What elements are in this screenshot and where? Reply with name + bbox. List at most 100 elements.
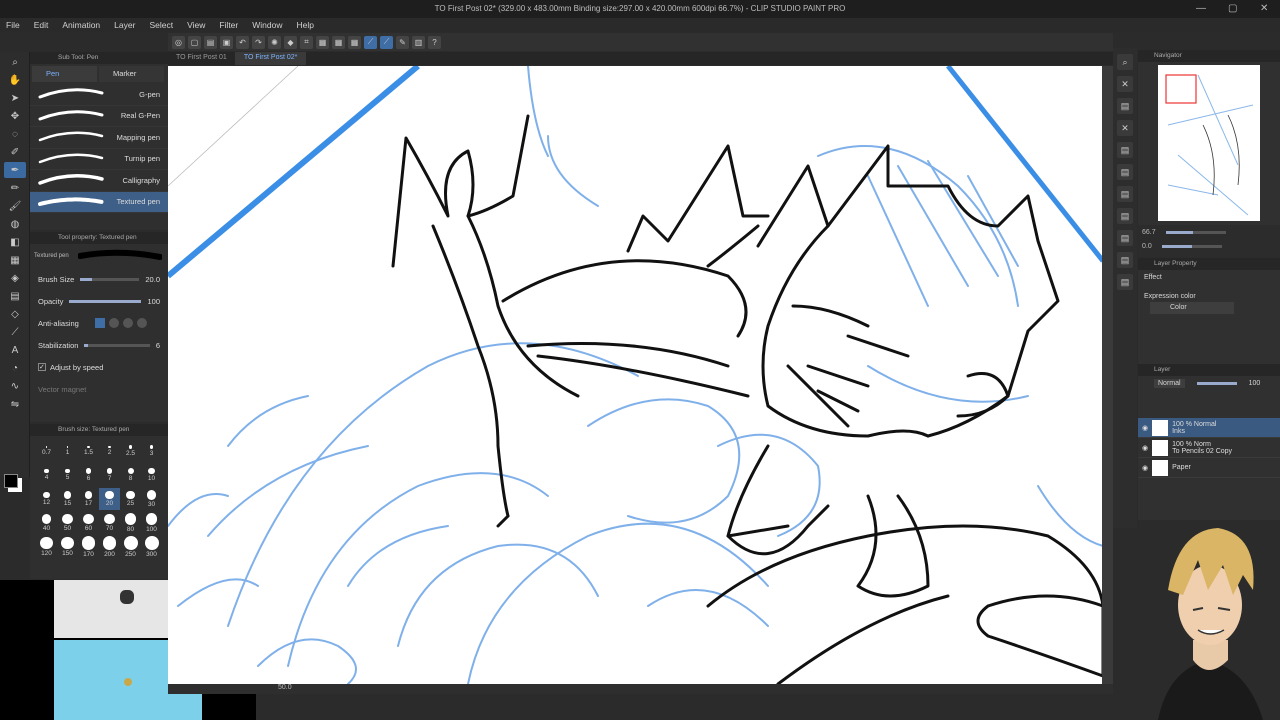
brush-size-option[interactable]: 6 — [78, 464, 99, 486]
open-file-icon[interactable]: ▤ — [204, 35, 217, 49]
fill-icon[interactable]: ◆ — [284, 35, 297, 49]
layer-row[interactable]: ◉ Paper — [1138, 458, 1280, 478]
brush-size-option[interactable]: 10 — [141, 464, 162, 486]
brush-size-option[interactable]: 5 — [57, 464, 78, 486]
brush-size-option[interactable]: 40 — [36, 512, 57, 534]
brush-size-option[interactable]: 25 — [120, 488, 141, 510]
brush-size-option[interactable]: 7 — [99, 464, 120, 486]
brush-real-gpen[interactable]: Real G-Pen — [30, 106, 168, 127]
tab-first-post-02[interactable]: TO First Post 02* — [235, 52, 307, 65]
text-tool-icon[interactable]: A — [4, 342, 26, 358]
navigator-zoom-value[interactable]: 66.7 — [1142, 229, 1156, 236]
airbrush-icon[interactable]: ◍ — [4, 216, 26, 232]
brush-size-option[interactable]: 100 — [141, 512, 162, 534]
help-icon[interactable]: ? — [428, 35, 441, 49]
canvas-scrollbar[interactable] — [1102, 66, 1113, 684]
brush-size-option[interactable]: 4 — [36, 464, 57, 486]
antialias-strong-icon[interactable] — [136, 318, 147, 328]
antialias-mid-icon[interactable] — [122, 318, 133, 328]
brush-size-option[interactable]: 300 — [141, 536, 162, 558]
subtool-tab-pen[interactable]: Pen — [32, 66, 97, 82]
zoom-icon[interactable]: ⌕ — [4, 54, 26, 70]
opacity-value[interactable]: 100 — [147, 297, 160, 306]
canvas-area[interactable] — [168, 66, 1113, 684]
eyedropper-icon[interactable]: ✐ — [4, 144, 26, 160]
eraser-icon[interactable]: ◧ — [4, 234, 26, 250]
save-icon[interactable]: ▣ — [220, 35, 233, 49]
layer-opacity-value[interactable]: 100 — [1249, 380, 1261, 387]
brush-size-option[interactable]: 150 — [57, 536, 78, 558]
navigator-angle-slider[interactable] — [1161, 244, 1222, 248]
menu-window[interactable]: Window — [252, 20, 282, 30]
brush-size-option[interactable]: 200 — [99, 536, 120, 558]
lasso-icon[interactable]: ◌ — [4, 126, 26, 142]
brush-size-option[interactable]: 80 — [120, 512, 141, 534]
brush-size-option[interactable]: 50 — [57, 512, 78, 534]
fill-bucket-icon[interactable]: ◈ — [4, 270, 26, 286]
snap-icon[interactable]: ▦ — [316, 35, 329, 49]
gradient-icon[interactable]: ▤ — [4, 288, 26, 304]
antialias-weak-icon[interactable] — [108, 318, 119, 328]
navigator-preview[interactable] — [1158, 65, 1260, 221]
new-file-icon[interactable]: ▢ — [188, 35, 201, 49]
eye-icon[interactable]: ◉ — [1142, 424, 1148, 432]
navigator-angle-value[interactable]: 0.0 — [1142, 243, 1152, 250]
menu-edit[interactable]: Edit — [34, 20, 49, 30]
brush-size-option[interactable]: 120 — [36, 536, 57, 558]
brush-textured-pen[interactable]: Textured pen — [30, 191, 168, 213]
brush-icon[interactable]: 🖌 — [4, 198, 26, 214]
brush-size-option[interactable]: 12 — [36, 488, 57, 510]
hand-icon[interactable]: ✋ — [4, 72, 26, 88]
ruler-tool-icon[interactable]: ⟋ — [4, 324, 26, 340]
vector-ruler-icon[interactable]: ⟋ — [380, 35, 393, 49]
artwork-canvas[interactable] — [168, 66, 1113, 684]
brush-size-option[interactable]: 15 — [57, 488, 78, 510]
correct-line-icon[interactable]: ∿ — [4, 378, 26, 394]
menu-help[interactable]: Help — [296, 20, 313, 30]
snap-grid-icon[interactable]: ▦ — [348, 35, 361, 49]
minimize-button[interactable]: — — [1196, 3, 1206, 14]
tab-first-post-01[interactable]: TO First Post 01 — [168, 52, 236, 65]
menu-animation[interactable]: Animation — [62, 20, 100, 30]
brush-size-option[interactable]: 2 — [99, 440, 120, 462]
layer-opacity-slider[interactable] — [1196, 381, 1237, 385]
brush-size-option[interactable]: 1.5 — [78, 440, 99, 462]
adjust-speed-checkbox[interactable]: ✓ — [38, 363, 46, 371]
layer-row[interactable]: ◉ 100 % Norm To Pencils 02 Copy — [1138, 438, 1280, 458]
subtool-tab-marker[interactable]: Marker — [99, 66, 164, 82]
history-icon[interactable]: ▤ — [1117, 142, 1133, 158]
operation-icon[interactable]: ➤ — [4, 90, 26, 106]
eye-icon[interactable]: ◉ — [1142, 464, 1148, 472]
loading-icon[interactable]: ✺ — [268, 35, 281, 49]
brush-size-value[interactable]: 20.0 — [145, 275, 160, 284]
menu-select[interactable]: Select — [149, 20, 173, 30]
menu-layer[interactable]: Layer — [114, 20, 135, 30]
sub-view-icon[interactable]: ▤ — [1117, 208, 1133, 224]
expression-color-select[interactable]: Color — [1150, 302, 1234, 314]
menu-view[interactable]: View — [187, 20, 205, 30]
stabilization-row[interactable]: Stabilization 6 — [30, 334, 168, 356]
stabilization-value[interactable]: 6 — [156, 341, 160, 350]
brush-gpen[interactable]: G-pen — [30, 84, 168, 106]
sets-icon[interactable]: ▤ — [1117, 274, 1133, 290]
brush-size-option[interactable]: 1 — [57, 440, 78, 462]
brush-size-row[interactable]: Brush Size 20.0 — [30, 268, 168, 290]
undo-icon[interactable]: ↶ — [236, 35, 249, 49]
layer-icon[interactable]: ▥ — [412, 35, 425, 49]
brush-turnip-pen[interactable]: Turnip pen — [30, 149, 168, 170]
opacity-row[interactable]: Opacity 100 — [30, 290, 168, 312]
clip-studio-icon[interactable]: ◎ — [172, 35, 185, 49]
material-icon[interactable]: ✕ — [1117, 76, 1133, 92]
menu-filter[interactable]: Filter — [219, 20, 238, 30]
status-zoom[interactable]: 50.0 — [278, 684, 292, 691]
animation-icon[interactable]: ▤ — [1117, 230, 1133, 246]
pencil-icon[interactable]: ✏ — [4, 180, 26, 196]
adjust-speed-row[interactable]: ✓ Adjust by speed — [30, 356, 168, 378]
frame-icon[interactable]: ▦ — [4, 252, 26, 268]
brush-mapping-pen[interactable]: Mapping pen — [30, 127, 168, 149]
snap-ruler-icon[interactable]: ▦ — [332, 35, 345, 49]
antialias-row[interactable]: Anti-aliasing — [30, 312, 168, 334]
brush-size-option[interactable]: 8 — [120, 464, 141, 486]
color-wheel-icon[interactable]: ▤ — [1117, 164, 1133, 180]
pen-tool-icon[interactable]: ✒ — [4, 162, 26, 178]
